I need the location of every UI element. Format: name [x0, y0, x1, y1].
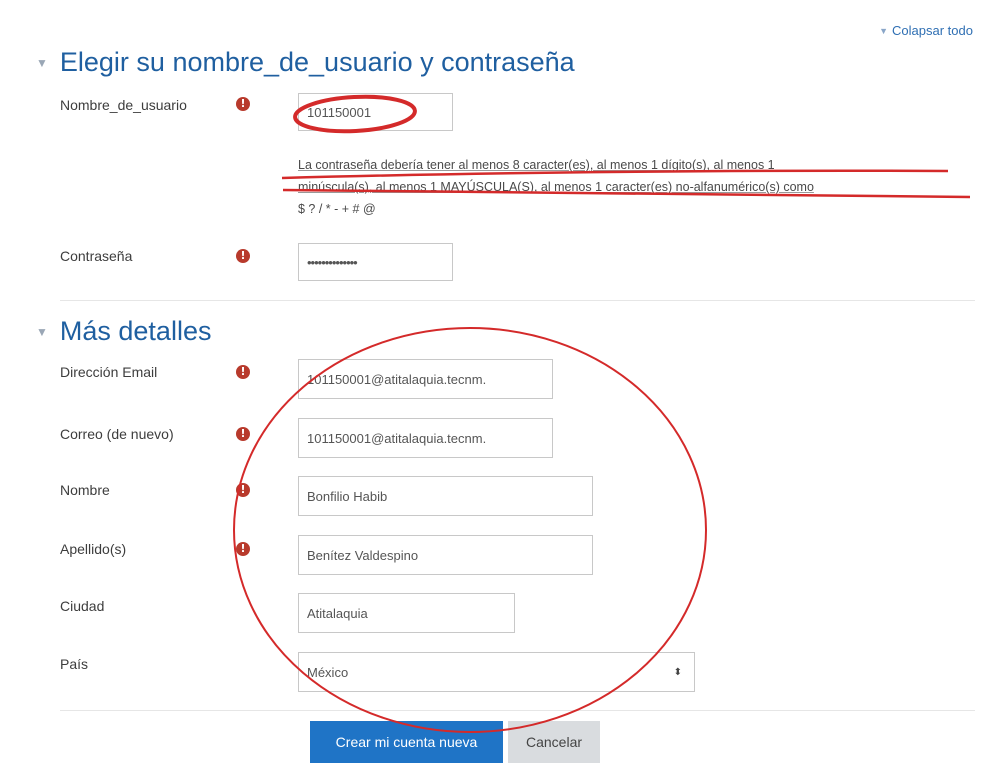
cancel-button[interactable]: Cancelar — [508, 721, 600, 763]
required-icon: ! — [236, 483, 250, 497]
required-icon: ! — [236, 542, 250, 556]
select-arrows-icon: ⬍ — [673, 666, 682, 678]
section-title-account: Elegir su nombre_de_usuario y contraseña — [59, 47, 575, 77]
collapse-all-label: Colapsar todo — [892, 23, 973, 38]
password-policy-line-3: $ ? / * - + # @ — [298, 202, 376, 216]
section-title-details: Más detalles — [59, 316, 212, 346]
email-confirm-input[interactable]: 101150001@atitalaquia.tecnm. — [298, 418, 553, 458]
country-label: País — [60, 656, 89, 672]
city-input[interactable]: Atitalaquia — [298, 593, 515, 633]
firstname-input[interactable]: Bonfilio Habib — [298, 476, 593, 516]
lastname-label: Apellido(s) — [60, 541, 127, 557]
create-account-button[interactable]: Crear mi cuenta nueva — [310, 721, 503, 763]
email-input[interactable]: 101150001@atitalaquia.tecnm. — [298, 359, 553, 399]
username-label: Nombre_de_usuario — [60, 97, 187, 113]
required-icon: ! — [236, 97, 250, 111]
password-policy-line-1: La contraseña debería tener al menos 8 c… — [298, 158, 775, 172]
form-divider — [60, 710, 975, 711]
section-toggle-icon: ▼ — [36, 324, 48, 339]
password-policy-help: La contraseña debería tener al menos 8 c… — [298, 154, 978, 220]
password-policy-line-2: minúscula(s), al menos 1 MAYÚSCULA(S), a… — [298, 180, 814, 194]
country-select[interactable]: México ⬍ — [298, 652, 695, 692]
email-label: Dirección Email — [60, 364, 158, 380]
section-header-details[interactable]: ▼ Más detalles — [36, 316, 211, 347]
section-toggle-icon: ▼ — [36, 55, 48, 70]
firstname-label: Nombre — [60, 482, 110, 498]
section-header-account[interactable]: ▼ Elegir su nombre_de_usuario y contrase… — [36, 47, 575, 78]
password-input[interactable]: •••••••••••••• — [298, 243, 453, 281]
city-label: Ciudad — [60, 598, 105, 614]
required-icon: ! — [236, 249, 250, 263]
lastname-input[interactable]: Benítez Valdespino — [298, 535, 593, 575]
required-icon: ! — [236, 427, 250, 441]
password-label: Contraseña — [60, 248, 133, 264]
collapse-all-link[interactable]: ▼ Colapsar todo — [879, 23, 973, 38]
country-selected-value: México — [307, 664, 349, 680]
required-icon: ! — [236, 365, 250, 379]
section-divider — [60, 300, 975, 301]
username-input[interactable]: 101150001 — [298, 93, 453, 131]
caret-down-icon: ▼ — [879, 25, 889, 36]
email-confirm-label: Correo (de nuevo) — [60, 426, 174, 442]
